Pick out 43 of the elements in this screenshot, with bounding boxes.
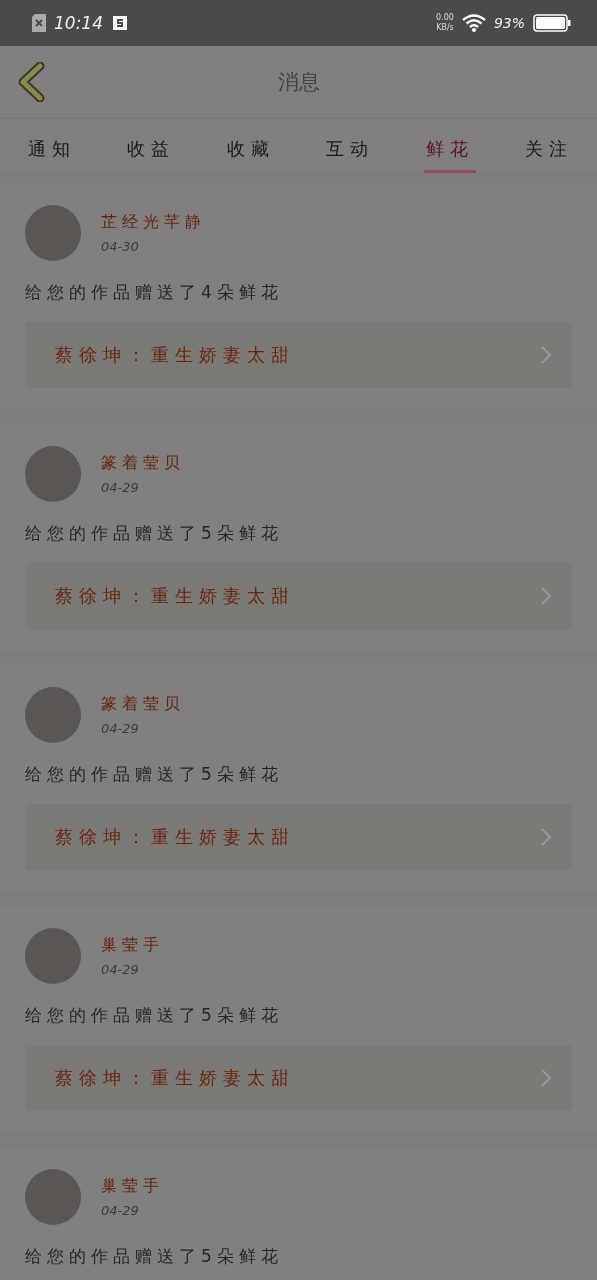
- message-text: 给您的作品赠送了5朵鲜花: [25, 1004, 284, 1027]
- user-name[interactable]: 篆着莹贝: [101, 453, 185, 474]
- chevron-right-icon: [540, 345, 552, 365]
- tab[interactable]: 收藏: [224, 119, 277, 173]
- tab[interactable]: 互动: [324, 119, 377, 173]
- clock-time: 10:14: [54, 13, 103, 33]
- avatar-placeholder: [25, 928, 81, 984]
- avatar-placeholder: [25, 446, 81, 502]
- battery-percent: 93%: [493, 15, 525, 31]
- back-chevron-icon[interactable]: [16, 62, 46, 102]
- book-link[interactable]: 蔡徐坤：重生娇妻太甜: [25, 804, 572, 870]
- wifi-icon: [461, 14, 486, 32]
- tab[interactable]: 通知: [26, 119, 78, 173]
- tab[interactable]: 关注: [522, 119, 575, 173]
- avatar-placeholder: [25, 687, 81, 743]
- sim-card-icon: [32, 14, 46, 32]
- book-link[interactable]: 蔡徐坤：重生娇妻太甜: [25, 322, 572, 388]
- message-date: 04-29: [101, 480, 140, 495]
- screenshot-app-icon: [111, 14, 129, 32]
- user-name[interactable]: 篆着莹贝: [101, 694, 185, 715]
- chevron-right-icon: [540, 1068, 552, 1088]
- chevron-right-icon: [540, 827, 552, 847]
- battery-icon: [533, 14, 571, 32]
- message-date: 04-29: [101, 962, 140, 977]
- avatar-placeholder: [25, 1169, 81, 1225]
- page-title: 消息: [277, 70, 320, 94]
- user-name[interactable]: 巢莹手: [101, 935, 164, 956]
- tab[interactable]: 鲜花: [423, 119, 476, 173]
- message-date: 04-29: [101, 721, 140, 736]
- message-text: 给您的作品赠送了5朵鲜花: [25, 522, 284, 545]
- user-name[interactable]: 芷经光芊静: [101, 212, 206, 233]
- book-link[interactable]: 蔡徐坤：重生娇妻太甜: [25, 563, 572, 629]
- chevron-right-icon: [540, 586, 552, 606]
- message-date: 04-29: [101, 1203, 140, 1218]
- message-text: 给您的作品赠送了5朵鲜花: [25, 763, 284, 786]
- book-link[interactable]: 蔡徐坤：重生娇妻太甜: [25, 1045, 572, 1111]
- tab[interactable]: 收益: [125, 119, 178, 173]
- message-date: 04-30: [101, 239, 140, 254]
- message-text: 给您的作品赠送了4朵鲜花: [25, 281, 284, 304]
- message-text: 给您的作品赠送了5朵鲜花: [25, 1245, 284, 1268]
- user-name[interactable]: 巢莹手: [101, 1176, 164, 1197]
- avatar-placeholder: [25, 205, 81, 261]
- network-speed: 0.00 KB/s: [436, 13, 454, 33]
